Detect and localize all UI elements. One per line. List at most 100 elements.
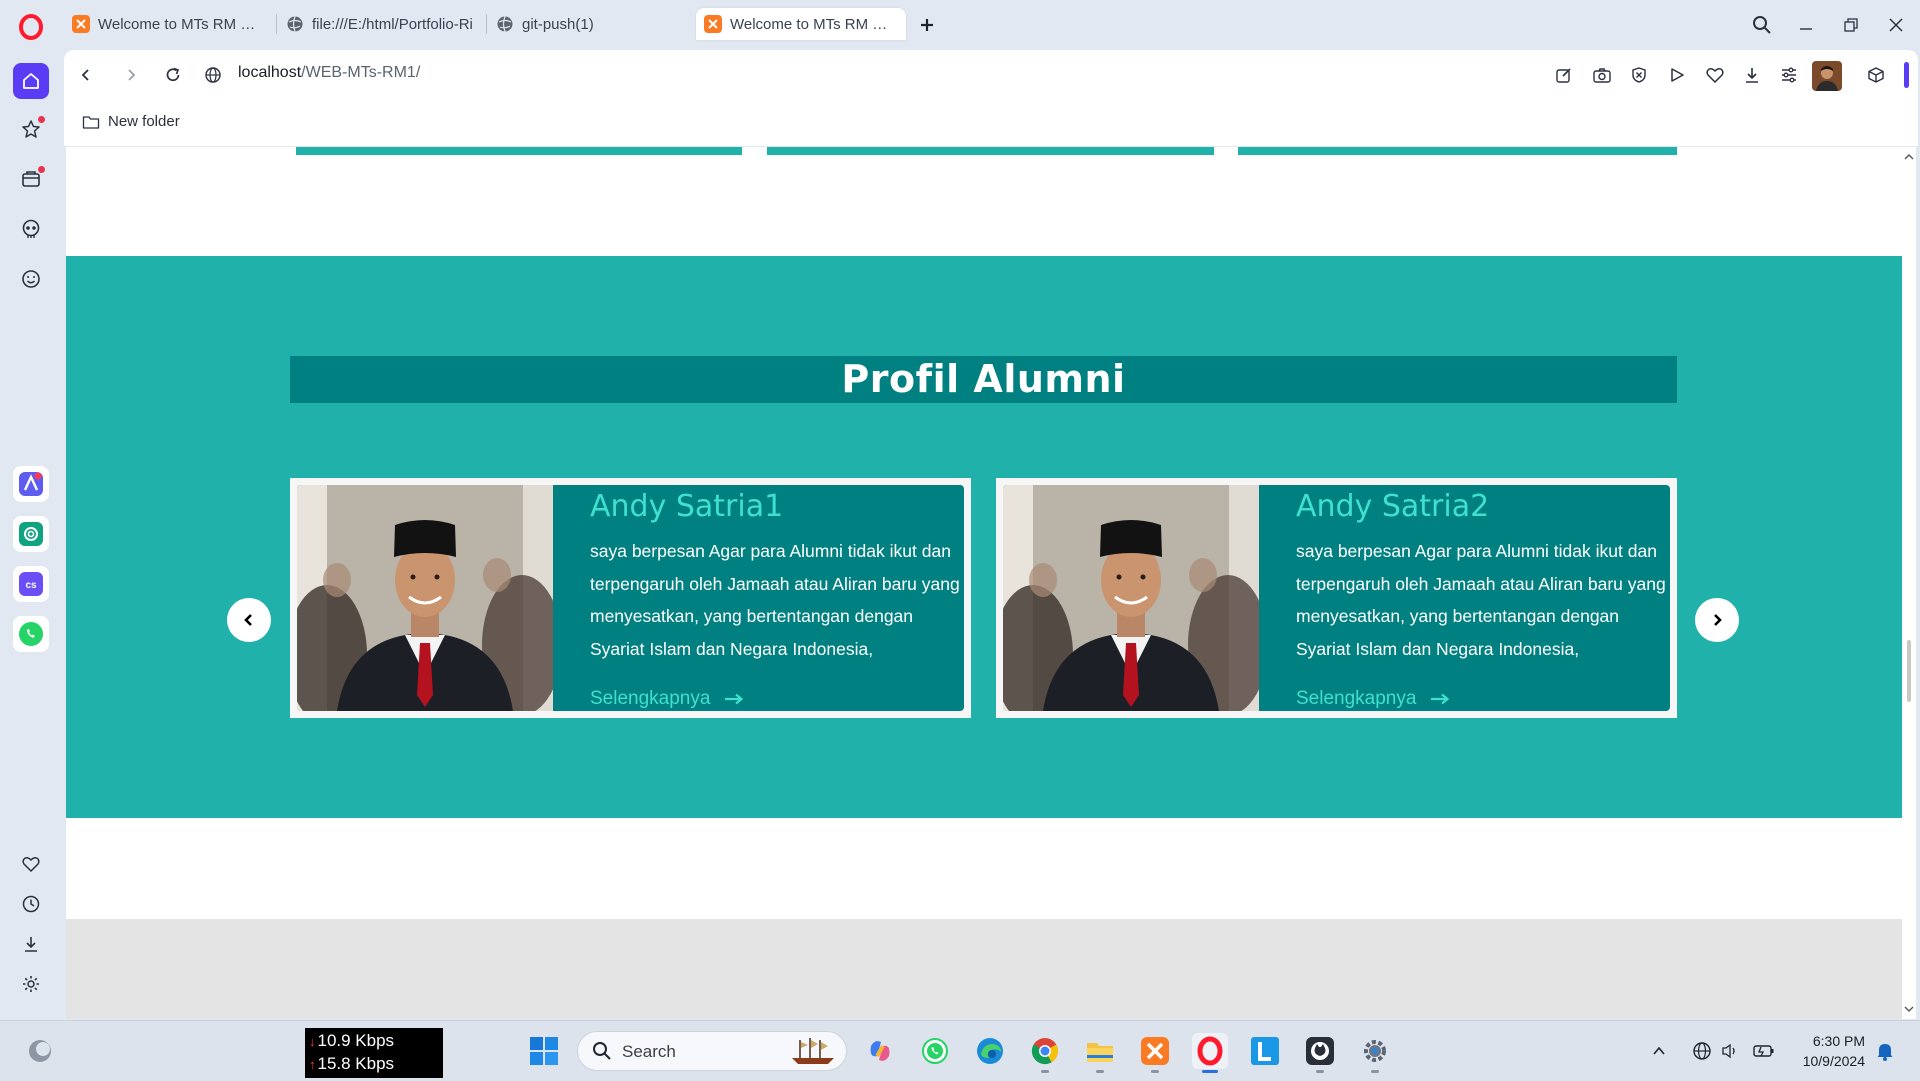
wallet-icon[interactable] [13, 161, 49, 197]
network-meter: ↓ 10.9 Kbps ↑ 15.8 Kbps [305, 1028, 443, 1078]
download-icon[interactable] [1740, 63, 1764, 87]
tab-portfolio[interactable]: file:///E:/html/Portfolio-Ri [278, 8, 484, 40]
net-down: 10.9 Kbps [317, 1031, 395, 1050]
chatsonic-icon[interactable]: cs [13, 566, 49, 602]
home-icon[interactable] [13, 63, 49, 99]
folder-icon [82, 114, 100, 130]
chevron-right-icon [1714, 614, 1722, 626]
volume-icon[interactable] [1718, 1033, 1742, 1069]
battery-icon[interactable] [1750, 1033, 1778, 1069]
active-indicator [1202, 1070, 1218, 1073]
clock-time: 6:30 PM [1812, 1033, 1865, 1049]
alumni-section: Profil Alumni Andy Satria1 saya berpesan… [66, 256, 1902, 818]
address-bar[interactable]: localhost/WEB-MTs-RM1/ [238, 64, 420, 82]
extensions-cube-icon[interactable] [1864, 63, 1888, 87]
github-desktop-icon[interactable] [1302, 1033, 1338, 1073]
svg-text:cs: cs [25, 580, 37, 591]
sidebar-accent-bar [1904, 62, 1909, 88]
player-play-icon[interactable] [1665, 63, 1689, 87]
camera-snapshot-icon[interactable] [1590, 63, 1614, 87]
read-more-link[interactable]: Selengkapnya [1296, 688, 1450, 710]
taskbar-clock[interactable]: 6:30 PM 10/9/2024 [1785, 1031, 1865, 1071]
skull-icon[interactable] [13, 211, 49, 247]
profile-avatar[interactable] [1811, 60, 1843, 92]
running-indicator [1371, 1070, 1379, 1073]
whatsapp-taskbar-icon[interactable] [917, 1033, 953, 1069]
carousel-next-button[interactable] [1695, 598, 1739, 642]
tab-title: file:///E:/html/Portfolio-Ri [312, 15, 473, 33]
tab-mts-active[interactable]: Welcome to MTs RM Web [696, 8, 906, 40]
opera-taskbar-icon[interactable] [1192, 1033, 1228, 1073]
read-more-label: Selengkapnya [1296, 688, 1417, 709]
running-indicator [1041, 1070, 1049, 1073]
tab-mts-1[interactable]: Welcome to MTs RM Web [64, 8, 274, 40]
downloads-icon[interactable] [13, 926, 49, 962]
aria-icon[interactable] [13, 466, 49, 502]
tab-title: git-push(1) [522, 15, 594, 33]
net-up: 15.8 Kbps [317, 1054, 395, 1073]
url-path: /WEB-MTs-RM1/ [301, 64, 421, 81]
taskbar-search[interactable]: Search [577, 1031, 847, 1071]
settings-taskbar-icon[interactable] [1357, 1033, 1393, 1073]
tab-git-push[interactable]: git-push(1) [488, 8, 688, 40]
close-window-button[interactable] [1883, 12, 1909, 38]
alumni-message: saya berpesan Agar para Alumni tidak iku… [590, 541, 960, 659]
chrome-icon[interactable] [1027, 1033, 1063, 1073]
arrow-right-icon [725, 693, 744, 705]
chevron-left-icon [244, 614, 252, 626]
opera-sidebar: cs [0, 50, 62, 1026]
restore-button[interactable] [1838, 12, 1864, 38]
ship-highlight-icon [792, 1038, 834, 1064]
whatsapp-icon[interactable] [13, 616, 49, 652]
scrollbar-thumb[interactable] [1907, 640, 1911, 702]
bookmark-new-folder[interactable]: New folder [82, 113, 180, 130]
bookmarks-bar: New folder [64, 100, 1918, 147]
page-scrollbar[interactable] [1902, 147, 1916, 1019]
edge-browser-icon[interactable] [972, 1033, 1008, 1069]
windows-start-icon[interactable] [526, 1033, 562, 1069]
scroll-up-arrow-icon [1904, 154, 1914, 160]
emoji-icon[interactable] [13, 261, 49, 297]
card-bottom-border [296, 147, 742, 155]
tab-strip: Welcome to MTs RM Web file:///E:/html/Po… [0, 0, 1920, 50]
reload-button[interactable] [161, 63, 185, 87]
search-icon [593, 1042, 611, 1060]
tab-separator [276, 14, 277, 34]
edge-widget-icon[interactable] [22, 1033, 58, 1069]
edit-snap-icon[interactable] [1552, 63, 1576, 87]
search-tabs-icon[interactable] [1749, 12, 1775, 38]
url-host: localhost [238, 64, 302, 81]
chatgpt-icon[interactable] [13, 516, 49, 552]
file-explorer-icon[interactable] [1082, 1033, 1118, 1073]
running-indicator [1316, 1070, 1324, 1073]
settings-gear-icon[interactable] [13, 966, 49, 1002]
xampp-taskbar-icon[interactable] [1137, 1033, 1173, 1073]
favorites-heart-icon[interactable] [13, 846, 49, 882]
new-tab-button[interactable] [914, 12, 940, 38]
l-app-icon[interactable] [1247, 1033, 1283, 1069]
site-info-globe-icon[interactable] [201, 63, 225, 87]
back-button[interactable] [74, 63, 98, 87]
copilot-icon[interactable] [862, 1033, 898, 1069]
minimize-button[interactable] [1793, 12, 1819, 38]
forward-button[interactable] [119, 63, 143, 87]
scroll-down-arrow-icon [1904, 1006, 1914, 1012]
pinboard-icon[interactable] [13, 111, 49, 147]
adblock-shield-icon[interactable] [1627, 63, 1651, 87]
tab-title: Welcome to MTs RM Web [730, 15, 898, 33]
carousel-prev-button[interactable] [227, 598, 271, 642]
read-more-link[interactable]: Selengkapnya [590, 688, 744, 710]
history-clock-icon[interactable] [13, 886, 49, 922]
favorite-heart-icon[interactable] [1703, 63, 1727, 87]
read-more-label: Selengkapnya [590, 688, 711, 709]
tray-chevron-up-icon[interactable] [1648, 1033, 1670, 1069]
card-bottom-border [767, 147, 1214, 155]
globe-icon [286, 15, 304, 33]
alumni-card: Andy Satria1 saya berpesan Agar para Alu… [290, 478, 971, 718]
easy-setup-icon[interactable] [1777, 63, 1801, 87]
network-globe-icon[interactable] [1690, 1033, 1714, 1069]
opera-logo-icon[interactable] [18, 14, 44, 40]
clock-date: 10/9/2024 [1802, 1053, 1865, 1069]
tab-title: Welcome to MTs RM Web [98, 15, 266, 33]
notification-bell-icon[interactable] [1872, 1033, 1898, 1069]
